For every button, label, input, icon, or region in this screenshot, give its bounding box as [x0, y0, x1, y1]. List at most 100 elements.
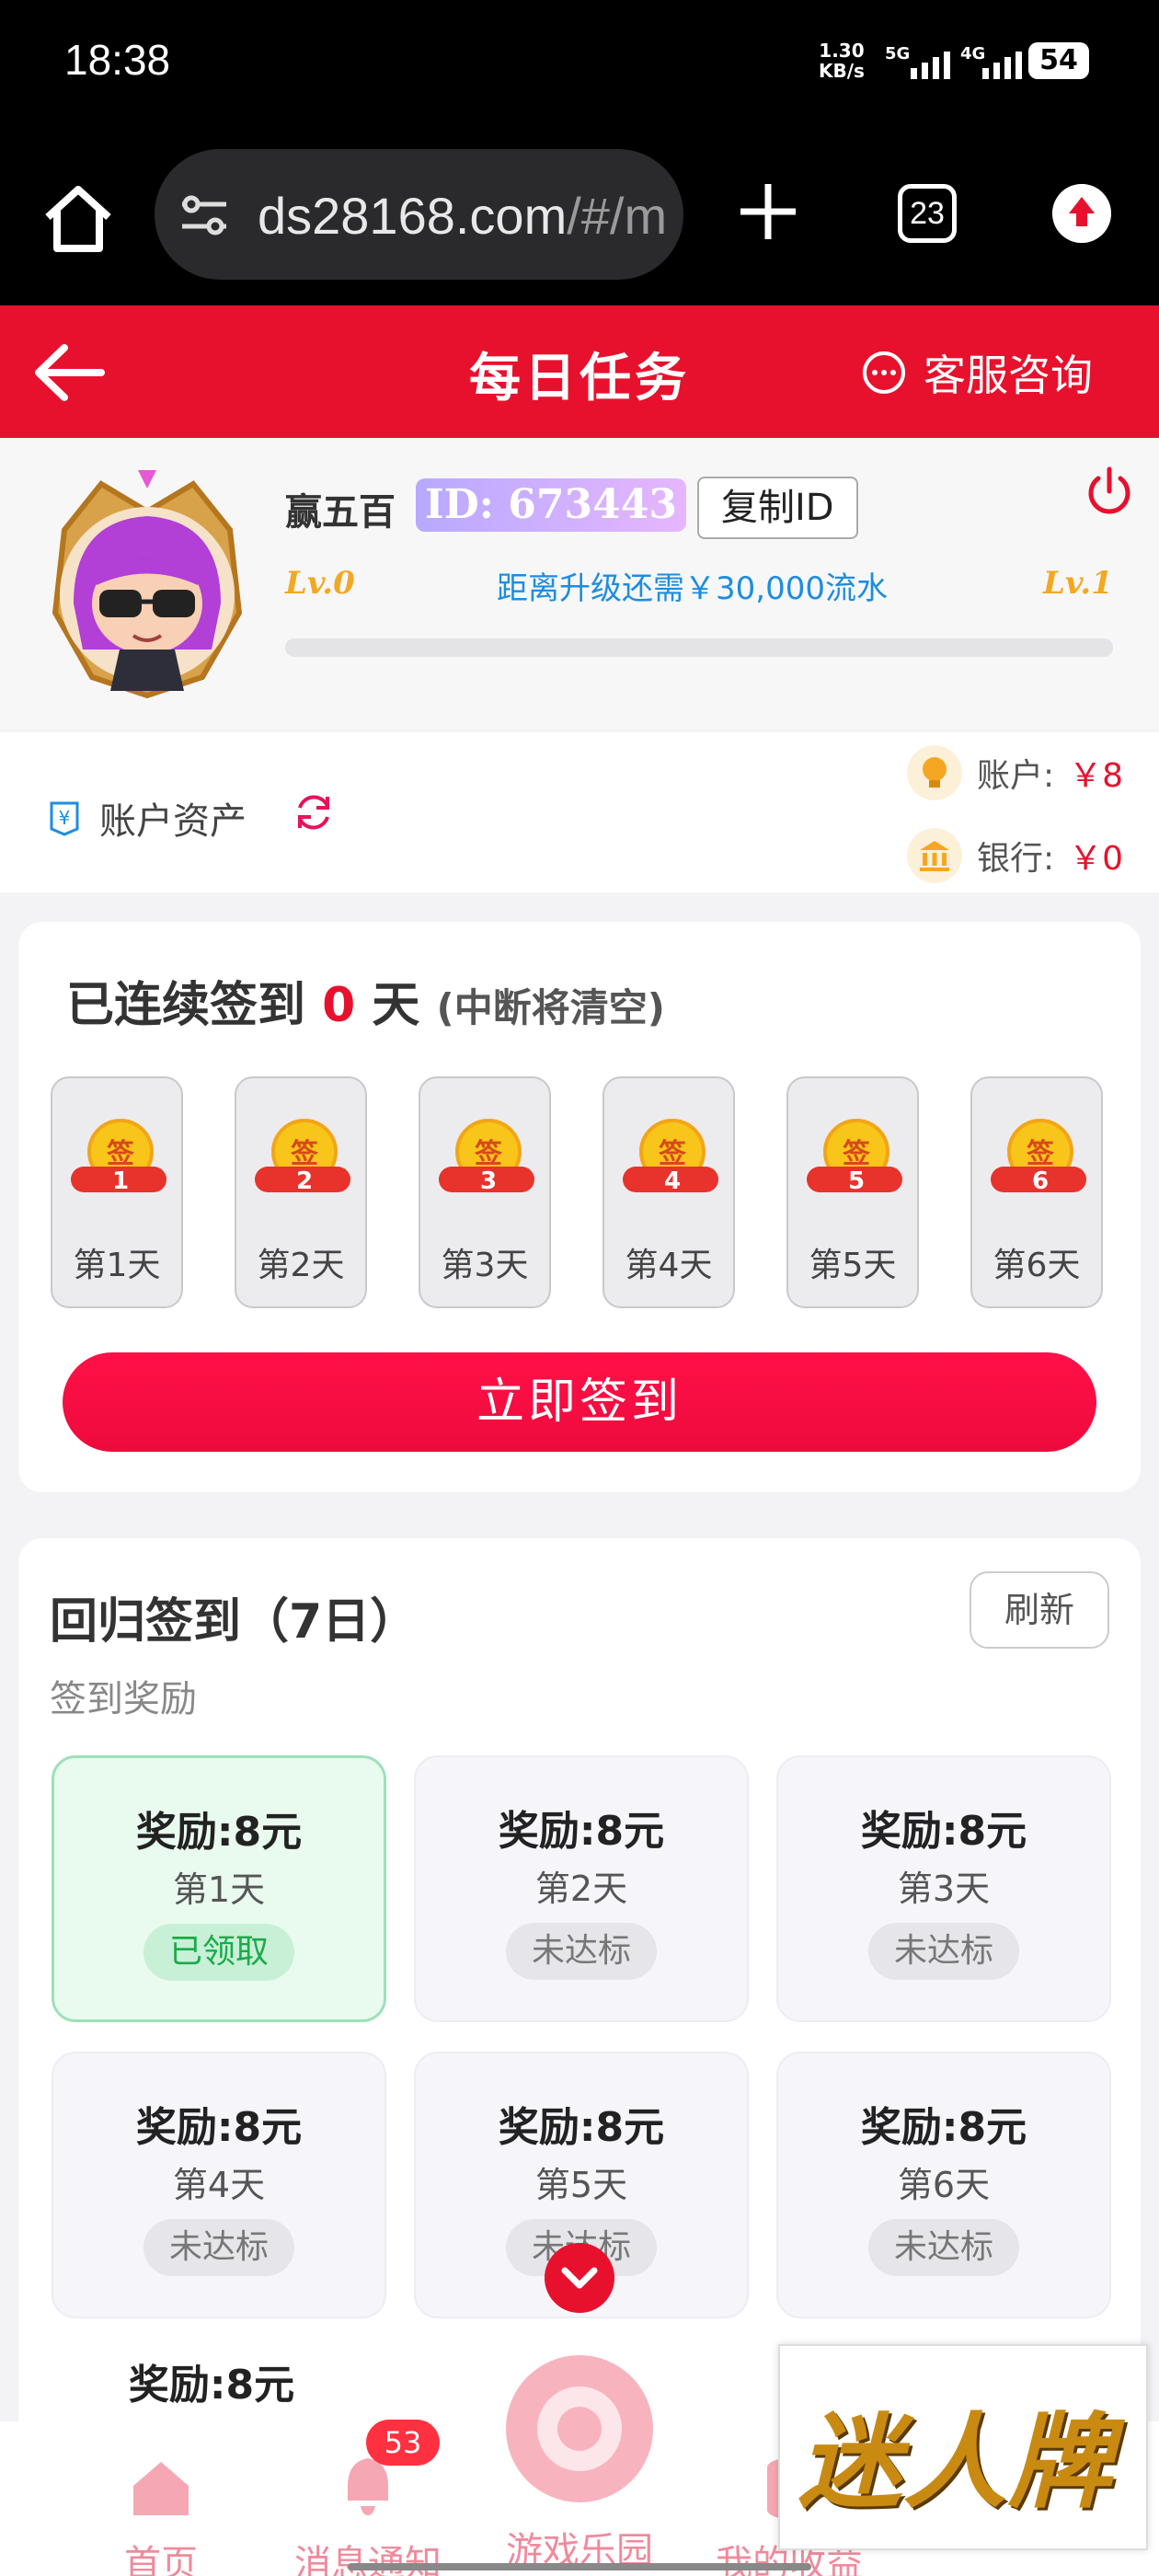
- reward-day: 第5天: [534, 2165, 628, 2205]
- reward-status-badge: 未达标: [143, 2219, 295, 2276]
- url-path: /#/m: [567, 187, 668, 245]
- assets-label: 账户资产: [99, 800, 247, 843]
- signin-day-card: 签 5 第5天: [786, 1076, 919, 1308]
- svg-text:2: 2: [296, 1167, 313, 1195]
- partial-reward-amount: 奖励:8元: [128, 2362, 295, 2409]
- svg-text:5: 5: [848, 1167, 865, 1195]
- reward-day: 第3天: [897, 1869, 991, 1909]
- reward-amount: 奖励:8元: [860, 1808, 1027, 1855]
- user-id-badge: ID: 673443: [416, 478, 686, 532]
- profile-section: 赢五百 ID: 673443 复制ID Lv.0 距离升级还需￥30,000流水…: [0, 438, 1159, 729]
- return-signin-subtitle: 签到奖励: [50, 1678, 197, 1720]
- sign-in-button[interactable]: 立即签到: [63, 1352, 1096, 1452]
- streak-prefix: 已连续签到: [66, 978, 306, 1033]
- gesture-bar: [348, 2563, 811, 2570]
- bank-icon: [907, 828, 962, 883]
- url-domain: ds28168.com: [258, 187, 568, 245]
- svg-text:1: 1: [112, 1167, 129, 1195]
- reward-amount: 奖励:8元: [135, 1809, 303, 1856]
- customer-service-label: 客服咨询: [924, 351, 1093, 400]
- level-progress-bar: [285, 638, 1113, 657]
- new-tab-icon[interactable]: [731, 175, 805, 248]
- reward-day: 第6天: [897, 2165, 991, 2205]
- clock: 18:38: [64, 36, 171, 84]
- reward-card[interactable]: 奖励:8元第1天已领取: [52, 1755, 386, 2022]
- svg-text:签: 签: [475, 1138, 502, 1170]
- streak-note: (中断将清空): [436, 985, 665, 1030]
- partial-reward-card: 奖励:8元: [37, 2352, 386, 2409]
- svg-text:签: 签: [1027, 1138, 1054, 1170]
- refresh-icon[interactable]: [291, 789, 337, 835]
- battery-icon: 54: [1028, 42, 1089, 79]
- address-bar[interactable]: ds28168.com/#/m: [155, 149, 683, 280]
- message-badge: 53: [366, 2420, 440, 2466]
- home-icon[interactable]: [37, 177, 120, 259]
- chevron-down-icon[interactable]: [545, 2243, 614, 2313]
- account-balance-row: 账户: ￥8: [907, 745, 1123, 800]
- billiard-ball-icon[interactable]: [506, 2355, 653, 2502]
- svg-text:6: 6: [1032, 1167, 1049, 1195]
- status-bar: 18:38 1.30 KB/s 5G 4G 54: [0, 0, 1159, 129]
- signal-bars-1-icon: [911, 44, 950, 79]
- copy-id-button[interactable]: 复制ID: [697, 477, 858, 539]
- reward-card[interactable]: 奖励:8元 第6天 未达标: [776, 2052, 1111, 2318]
- coin-icon: 签1: [71, 1119, 166, 1195]
- speed-unit: KB/s: [819, 60, 865, 82]
- signin-day-card: 签 6 第6天: [970, 1076, 1103, 1308]
- current-level: Lv.0: [285, 565, 355, 602]
- avatar[interactable]: [37, 466, 258, 705]
- reward-status-badge: 未达标: [867, 2219, 1020, 2276]
- signin-day-card: 签 1 第1天: [51, 1076, 183, 1308]
- bank-label: 银行:: [977, 840, 1055, 878]
- update-icon[interactable]: [1052, 184, 1111, 243]
- reward-amount: 奖励:8元: [498, 1808, 665, 1855]
- reward-card[interactable]: 奖励:8元 第2天 未达标: [414, 1755, 749, 2022]
- signin-streak-title: 已连续签到 0 天 (中断将清空): [66, 966, 665, 1035]
- page-header: 每日任务 客服咨询: [0, 305, 1159, 438]
- signin-day-card: 签 2 第2天: [235, 1076, 367, 1308]
- svg-text:3: 3: [480, 1167, 497, 1195]
- ball-eight: [557, 2407, 602, 2451]
- streak-unit: 天: [372, 978, 420, 1033]
- customer-service-button[interactable]: 客服咨询: [861, 342, 1093, 403]
- svg-text:4: 4: [664, 1167, 681, 1195]
- network-speed: 1.30 KB/s: [819, 40, 865, 81]
- upgrade-hint: 距离升级还需￥30,000流水: [497, 570, 888, 607]
- speed-value: 1.30: [819, 40, 865, 62]
- coin-icon: 签6: [991, 1119, 1086, 1195]
- bulb-icon: [907, 745, 962, 800]
- reward-status-badge: 已领取: [143, 1924, 295, 1981]
- chat-bubble-icon: [863, 351, 905, 394]
- signin-day-card: 签 4 第4天: [602, 1076, 735, 1308]
- signin-days-list: 签1第1天签2第2天签3第3天签4第4天签5第5天签6第6天7第7天: [51, 1076, 1141, 1308]
- brand-text: 迷人牌: [798, 2402, 1113, 2523]
- site-settings-icon[interactable]: [178, 190, 230, 241]
- bank-value: ￥0: [1069, 840, 1124, 878]
- bank-balance-row: 银行: ￥0: [907, 828, 1123, 883]
- svg-text:签: 签: [107, 1138, 134, 1170]
- refresh-button[interactable]: 刷新: [970, 1571, 1109, 1649]
- power-icon[interactable]: [1082, 464, 1137, 519]
- browser-toolbar: ds28168.com/#/m 23: [0, 129, 1159, 305]
- svg-text:签: 签: [843, 1138, 870, 1170]
- reward-card[interactable]: 奖励:8元 第3天 未达标: [776, 1755, 1111, 2022]
- coin-icon: 签3: [439, 1119, 534, 1195]
- wallet-icon: ¥: [50, 801, 79, 836]
- signin-card: 已连续签到 0 天 (中断将清空) 签 1 第1天签 2 第2天签 3 第3天签 4 第4天签 5…: [18, 922, 1141, 1492]
- reward-amount: 奖励:8元: [498, 2104, 665, 2151]
- house-icon: [133, 2462, 189, 2515]
- nav-messages[interactable]: 消息通知: [276, 2449, 460, 2576]
- tab-switcher-button[interactable]: 23: [898, 184, 957, 243]
- svg-text:签: 签: [659, 1138, 686, 1170]
- nav-home[interactable]: 首页: [69, 2449, 253, 2576]
- assets-section: ¥ 账户资产 账户: ￥8 银行: ￥0: [0, 732, 1159, 892]
- username: 赢五百: [285, 491, 396, 534]
- reward-day: 第1天: [172, 1869, 266, 1910]
- svg-text:¥: ¥: [59, 807, 71, 829]
- reward-card[interactable]: 奖励:8元 第4天 未达标: [52, 2052, 386, 2318]
- reward-amount: 奖励:8元: [135, 2104, 303, 2151]
- url-text: ds28168.com/#/m: [258, 186, 667, 246]
- signal-label-1: 5G: [885, 44, 911, 63]
- reward-day: 第2天: [534, 1869, 628, 1909]
- brand-watermark: 迷人牌: [778, 2344, 1148, 2550]
